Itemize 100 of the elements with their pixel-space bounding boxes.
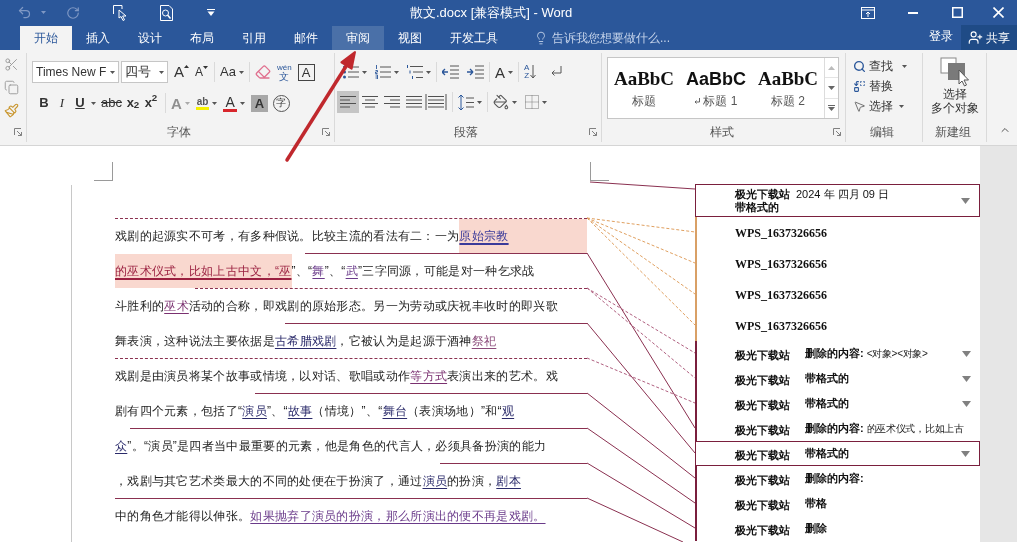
subscript-button[interactable]: x$_{2}$ xyxy=(123,93,142,113)
dialog-launcher-icon[interactable] xyxy=(833,128,841,136)
line-spacing-icon[interactable] xyxy=(458,94,474,110)
body-text: 舞表演，这种说法主要依据是 xyxy=(115,333,275,350)
caret-icon[interactable] xyxy=(394,70,399,74)
expand-arrow-icon[interactable] xyxy=(962,400,971,407)
ribbon-tab[interactable]: 插入 xyxy=(72,26,124,50)
caret-icon[interactable] xyxy=(239,101,245,105)
font-size-field[interactable]: 四号 xyxy=(121,61,168,83)
undo-icon[interactable] xyxy=(17,5,32,20)
touch-mode-icon[interactable] xyxy=(113,4,128,21)
change-case-button[interactable]: Aa xyxy=(220,62,244,82)
ribbon-tab[interactable]: 布局 xyxy=(176,26,228,50)
body-text: 中的角色才能得以伸张。 xyxy=(115,508,251,525)
caret-icon[interactable] xyxy=(902,64,907,68)
body-text: ”三字同源，可能是对一种乞求战 xyxy=(357,263,535,280)
character-shading-button[interactable]: A xyxy=(250,94,268,112)
minimize-icon[interactable] xyxy=(907,11,918,14)
clear-formatting-icon[interactable] xyxy=(254,64,271,80)
body-text: 剧有四个元素，包括了“ xyxy=(115,403,243,420)
ribbon-tab[interactable]: 开始 xyxy=(20,26,72,50)
ribbon-tab[interactable]: 设计 xyxy=(124,26,176,50)
body-text: 表演出来的艺术。戏 xyxy=(447,368,558,385)
expand-arrow-icon[interactable] xyxy=(961,450,970,457)
caret-icon[interactable] xyxy=(426,70,431,74)
multilevel-list-icon[interactable] xyxy=(407,65,423,79)
change-type: 删除 xyxy=(805,521,827,537)
tracked-change-text: 古希腊戏剧 xyxy=(274,333,337,350)
caret-icon[interactable] xyxy=(110,70,115,74)
underline-button[interactable]: U xyxy=(71,93,89,113)
character-border-button[interactable]: A xyxy=(297,63,315,81)
shading-icon[interactable] xyxy=(493,94,509,110)
group-label: 编辑 xyxy=(870,124,894,141)
sign-in-link[interactable]: 登录 xyxy=(929,27,953,45)
grow-font-button[interactable]: A xyxy=(173,64,190,80)
customize-toolbar-icon[interactable] xyxy=(207,9,215,16)
share-button[interactable]: 共享 xyxy=(961,25,1017,50)
italic-button[interactable]: I xyxy=(53,93,71,113)
style-item[interactable]: AaBbC 标题 2 xyxy=(752,58,824,118)
tracked-change-text: 演员 xyxy=(242,403,267,420)
tracked-change-text: 的巫术仪式，比如上古中文，“巫 xyxy=(115,263,292,280)
gallery-down-icon[interactable] xyxy=(828,86,835,90)
caret-icon[interactable] xyxy=(477,100,482,104)
tracked-change-text: 舞台 xyxy=(382,403,408,420)
bold-button[interactable]: B xyxy=(35,93,53,113)
align-left-icon[interactable] xyxy=(337,91,359,113)
close-icon[interactable] xyxy=(993,7,1004,18)
expand-arrow-icon[interactable] xyxy=(962,350,971,357)
select-button[interactable]: 选择 xyxy=(853,99,904,113)
ribbon-tab[interactable]: 开发工具 xyxy=(436,26,512,50)
caret-icon[interactable] xyxy=(238,70,244,74)
highlight-button[interactable]: ab xyxy=(195,96,210,110)
style-item[interactable]: AaBbC 标题 xyxy=(608,58,680,118)
sort-button[interactable]: A Z xyxy=(524,64,537,80)
replace-button[interactable]: 替换 xyxy=(853,79,893,93)
caret-icon[interactable] xyxy=(212,101,218,105)
strikethrough-button[interactable]: abc xyxy=(99,93,124,113)
print-preview-icon[interactable] xyxy=(160,4,173,21)
select-objects-button[interactable]: 选择 多个对象 xyxy=(930,57,979,115)
caret-icon[interactable] xyxy=(899,104,904,108)
caret-icon[interactable] xyxy=(91,101,96,105)
author-name: WPS_1637326656 xyxy=(735,286,827,304)
expand-arrow-icon[interactable] xyxy=(962,375,971,382)
style-item[interactable]: AaBbC 标题 1 xyxy=(680,58,752,118)
decrease-indent-icon[interactable] xyxy=(442,65,459,79)
body-text: 的扮演， xyxy=(447,473,497,490)
numbering-icon[interactable] xyxy=(375,65,391,79)
find-button[interactable]: 查找 xyxy=(853,59,907,73)
caret-icon[interactable] xyxy=(512,100,517,104)
distributed-icon[interactable] xyxy=(425,91,447,113)
ribbon-tab[interactable]: 视图 xyxy=(384,26,436,50)
ribbon-tab[interactable]: 审阅 xyxy=(332,26,384,50)
caret-icon[interactable] xyxy=(362,70,367,74)
maximize-icon[interactable] xyxy=(952,7,963,18)
font-name-field[interactable]: Times New F xyxy=(32,61,119,83)
ribbon-display-options-icon[interactable] xyxy=(860,6,875,19)
caret-icon[interactable] xyxy=(542,100,547,104)
dialog-launcher-icon[interactable] xyxy=(589,128,597,136)
phonetic-guide-button[interactable]: wén 文 xyxy=(276,63,292,81)
shrink-font-button[interactable]: A xyxy=(194,65,210,79)
author-name: 极光下载站 xyxy=(735,423,790,436)
replace-icon xyxy=(853,79,866,93)
tell-me-field[interactable]: 告诉我您想要做什么... xyxy=(534,26,677,50)
superscript-button[interactable]: x$^{2}$ xyxy=(141,93,160,113)
gallery-more-icon[interactable] xyxy=(828,105,835,112)
caret-icon[interactable] xyxy=(508,70,513,74)
increase-indent-icon[interactable] xyxy=(467,65,484,79)
dialog-launcher-icon[interactable] xyxy=(322,128,330,136)
tracked-change-text: 众 xyxy=(115,438,128,455)
formatting-marks-icon[interactable] xyxy=(550,66,563,78)
body-text: ”、“ xyxy=(291,263,313,280)
expand-arrow-icon[interactable] xyxy=(961,197,970,204)
caret-icon[interactable] xyxy=(159,70,164,74)
tracked-change-text: 等方式 xyxy=(410,368,448,385)
author-name: 极光下载站 xyxy=(735,187,790,201)
ribbon-tab[interactable]: 邮件 xyxy=(280,26,332,50)
dialog-launcher-icon[interactable] xyxy=(14,128,22,136)
ribbon-tab[interactable]: 引用 xyxy=(228,26,280,50)
asian-layout-button[interactable]: A xyxy=(495,64,505,80)
font-color-button[interactable]: A xyxy=(223,94,237,112)
